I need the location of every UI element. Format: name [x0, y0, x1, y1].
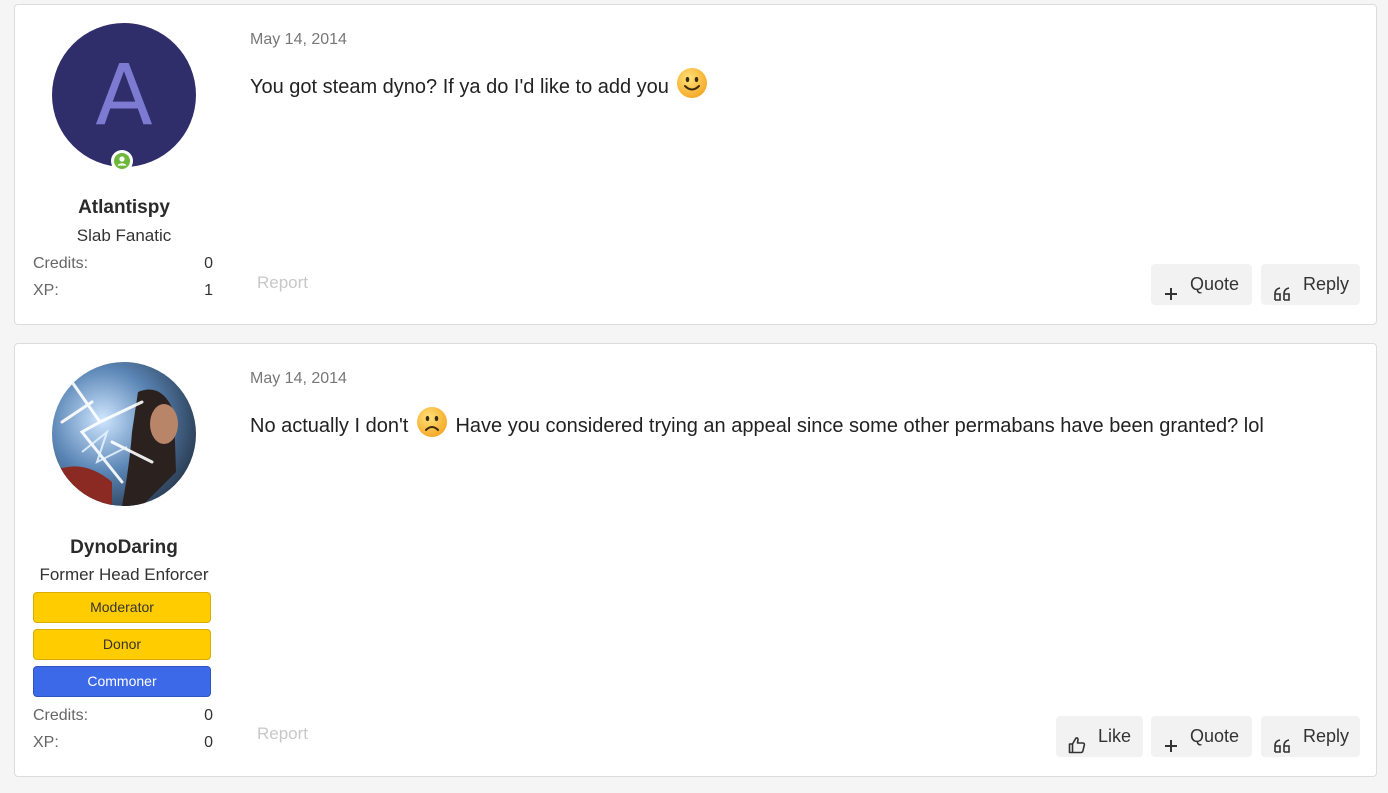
quote-label: Quote	[1190, 726, 1240, 746]
badge-donor: Donor	[33, 629, 211, 660]
stat-credits: Credits: 0	[33, 255, 213, 277]
plus-icon	[1163, 728, 1179, 769]
frown-emoji-icon	[416, 406, 448, 444]
like-label: Like	[1098, 726, 1132, 746]
online-status-icon	[111, 150, 133, 172]
stat-label: Credits:	[33, 707, 89, 724]
message-text: No actually I don't	[250, 415, 409, 437]
quote-label: Quote	[1190, 274, 1240, 294]
username[interactable]: DynoDaring	[15, 537, 233, 559]
username[interactable]: Atlantispy	[15, 197, 233, 219]
stat-label: Credits:	[33, 255, 89, 272]
report-link[interactable]: Report	[257, 273, 308, 293]
reply-button[interactable]: Reply	[1261, 716, 1360, 757]
smile-emoji-icon	[676, 67, 708, 105]
user-title: Slab Fanatic	[76, 226, 172, 245]
stat-value: 0	[204, 255, 213, 272]
avatar[interactable]	[52, 362, 196, 506]
thumbs-up-icon	[1068, 728, 1086, 769]
stat-credits: Credits: 0	[33, 707, 213, 729]
badge-moderator: Moderator	[33, 592, 211, 623]
badge-commoner: Commoner	[33, 666, 211, 697]
message-text: You got steam dyno? If ya do I'd like to…	[250, 76, 669, 98]
stat-value: 1	[204, 282, 213, 299]
post-date[interactable]: May 14, 2014	[250, 31, 347, 49]
avatar-image	[52, 362, 196, 506]
post: DynoDaring Former Head Enforcer Moderato…	[14, 343, 1377, 777]
reply-button[interactable]: Reply	[1261, 264, 1360, 305]
user-title: Former Head Enforcer	[39, 565, 209, 584]
like-button[interactable]: Like	[1056, 716, 1143, 757]
stat-value: 0	[204, 707, 213, 724]
stat-label: XP:	[33, 734, 59, 751]
quote-button[interactable]: Quote	[1151, 716, 1252, 757]
stat-label: XP:	[33, 282, 59, 299]
quote-marks-icon	[1273, 276, 1293, 317]
post-date[interactable]: May 14, 2014	[250, 370, 347, 388]
post-message: No actually I don't Have you considered …	[250, 406, 1264, 444]
stat-value: 0	[204, 734, 213, 751]
post: A Atlantispy Slab Fanatic Credits: 0 XP:…	[14, 4, 1377, 325]
report-link[interactable]: Report	[257, 724, 308, 744]
reply-label: Reply	[1303, 274, 1350, 294]
stat-xp: XP: 1	[33, 282, 213, 304]
plus-icon	[1163, 276, 1179, 317]
message-text: Have you considered trying an appeal sin…	[455, 415, 1264, 437]
post-message: You got steam dyno? If ya do I'd like to…	[250, 67, 710, 105]
quote-marks-icon	[1273, 728, 1293, 769]
avatar-letter: A	[95, 46, 153, 144]
reply-label: Reply	[1303, 726, 1350, 746]
avatar[interactable]: A	[52, 23, 196, 167]
stat-xp: XP: 0	[33, 734, 213, 756]
quote-button[interactable]: Quote	[1151, 264, 1252, 305]
